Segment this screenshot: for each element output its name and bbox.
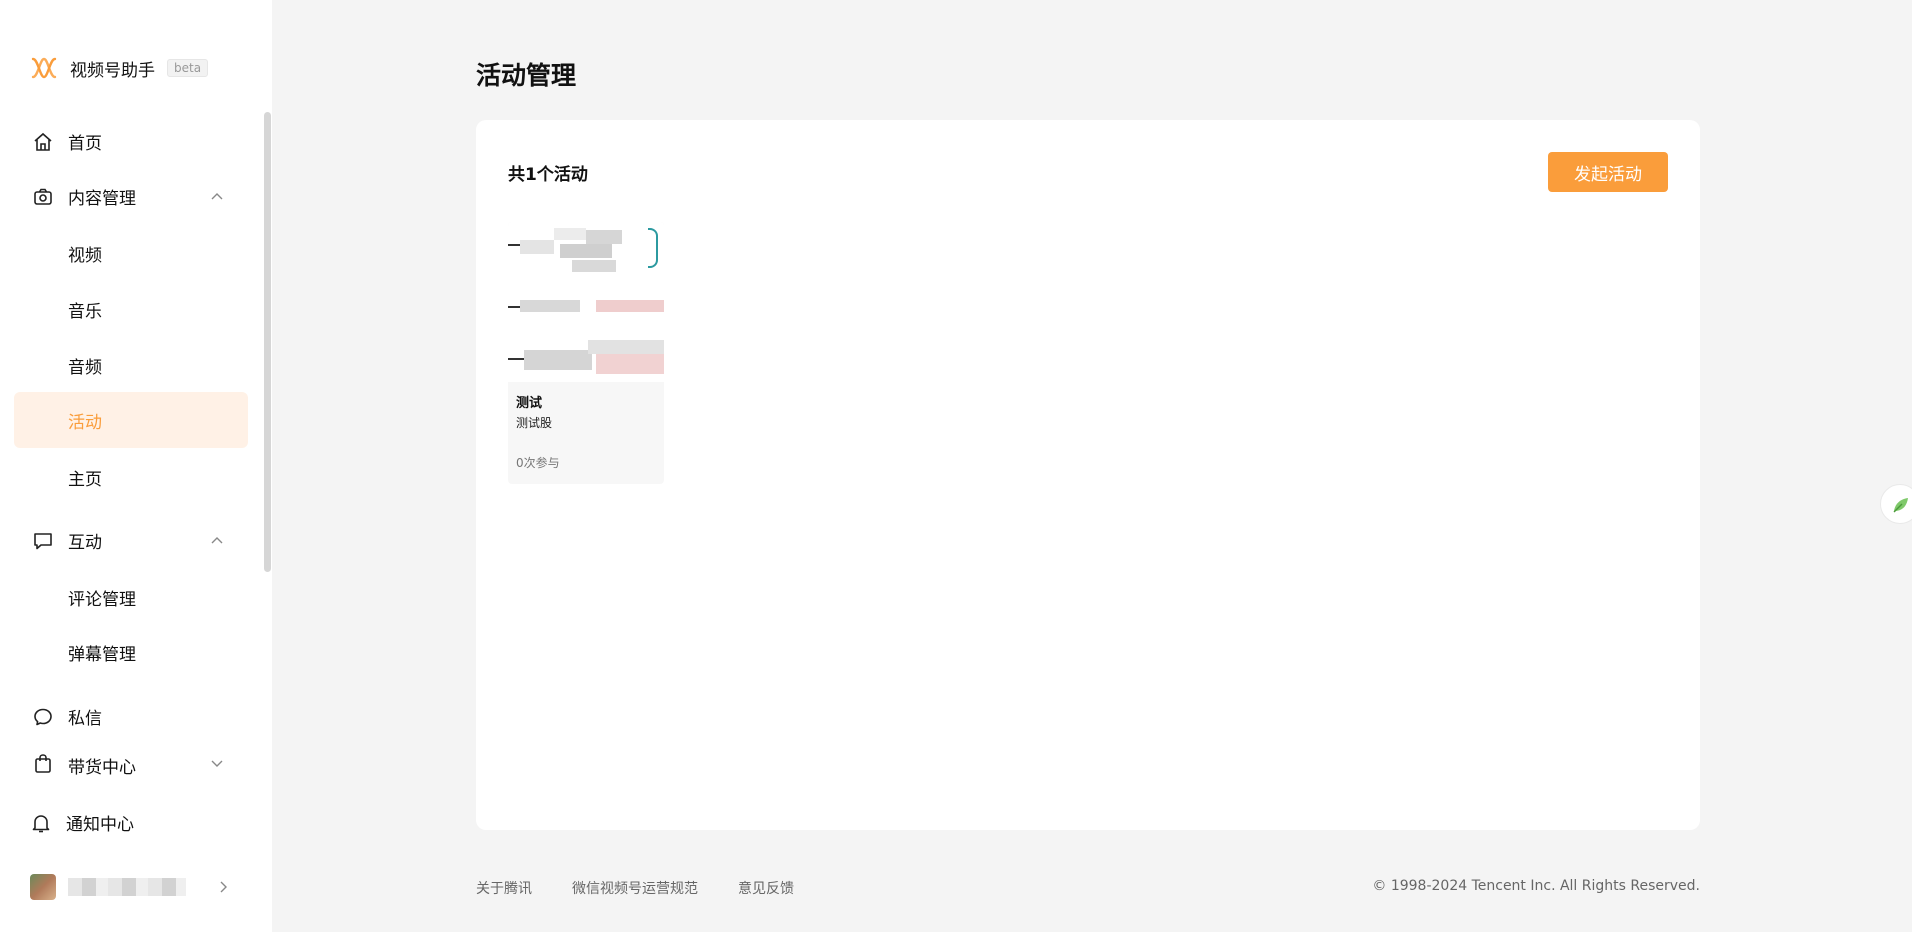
- sidebar-item-home[interactable]: 首页: [14, 113, 248, 169]
- sidebar-item-video[interactable]: 视频: [14, 225, 248, 281]
- sidebar-item-danmaku[interactable]: 弹幕管理: [14, 624, 248, 680]
- message-icon: [34, 708, 52, 726]
- activity-description: 测试股: [516, 416, 553, 430]
- sidebar-item-label: 弹幕管理: [68, 644, 136, 665]
- sidebar-item-label: 视频: [68, 245, 102, 266]
- sidebar-item-activity[interactable]: 活动: [14, 392, 248, 448]
- activity-card[interactable]: 测试 测试股 0次参与: [508, 222, 664, 484]
- sidebar-item-music[interactable]: 音乐: [14, 281, 248, 337]
- sidebar-item-label: 音频: [68, 357, 102, 378]
- activity-cover-image: [508, 222, 664, 382]
- sidebar-item-label: 带货中心: [68, 758, 136, 778]
- page-footer: 关于腾讯 微信视频号运营规范 意见反馈 © 1998-2024 Tencent …: [476, 878, 1700, 898]
- sidebar-item-notifications[interactable]: 通知中心: [30, 810, 134, 835]
- chevron-up-icon: [211, 537, 223, 544]
- chevron-down-icon: [211, 760, 223, 767]
- activity-panel: 共1个活动 发起活动 测试 测试股 0次参与: [476, 120, 1700, 830]
- leaf-icon: [1893, 498, 1908, 513]
- footer-link-about[interactable]: 关于腾讯: [476, 878, 532, 898]
- sidebar-item-comments[interactable]: 评论管理: [14, 569, 248, 625]
- camera-icon: [34, 188, 52, 205]
- wave-logo-icon: [31, 57, 57, 79]
- chevron-right-icon: [220, 881, 227, 893]
- sidebar-item-homepage[interactable]: 主页: [14, 449, 248, 505]
- footer-link-rules[interactable]: 微信视频号运营规范: [572, 878, 698, 898]
- sidebar-item-interaction[interactable]: 互动: [14, 512, 248, 568]
- activity-count: 共1个活动: [508, 165, 588, 185]
- chat-icon: [34, 533, 52, 550]
- sidebar-scrollbar[interactable]: [264, 112, 271, 572]
- brand-name: 视频号助手: [70, 60, 155, 81]
- bell-icon: [32, 814, 50, 832]
- sidebar: 视频号助手 beta 首页 内容管理 视频 音乐 音频 活动 主页 互动 评论管…: [0, 0, 272, 932]
- page-title: 活动管理: [476, 61, 577, 90]
- brand[interactable]: 视频号助手 beta: [30, 54, 209, 82]
- sidebar-item-label: 私信: [68, 708, 102, 729]
- sidebar-item-label: 活动: [68, 412, 102, 433]
- beta-badge: beta: [167, 59, 209, 77]
- avatar: [30, 874, 56, 900]
- sidebar-item-audio[interactable]: 音频: [14, 337, 248, 393]
- sidebar-item-label: 内容管理: [68, 188, 136, 209]
- sidebar-item-label: 主页: [68, 469, 102, 490]
- copyright: © 1998-2024 Tencent Inc. All Rights Rese…: [1372, 878, 1700, 894]
- bag-icon: [35, 754, 51, 773]
- sidebar-item-messages[interactable]: 私信: [14, 688, 248, 744]
- sidebar-item-label: 评论管理: [68, 589, 136, 610]
- sidebar-item-label: 互动: [68, 532, 102, 553]
- home-icon: [34, 132, 52, 151]
- sidebar-item-label: 音乐: [68, 301, 102, 322]
- launch-activity-button[interactable]: 发起活动: [1548, 152, 1668, 192]
- user-account[interactable]: [30, 874, 227, 900]
- sidebar-item-label: 首页: [68, 133, 102, 154]
- sidebar-item-commerce[interactable]: 带货中心: [14, 744, 248, 780]
- activity-participants: 0次参与: [516, 456, 560, 470]
- footer-link-feedback[interactable]: 意见反馈: [738, 878, 794, 898]
- username-redacted: [68, 878, 186, 896]
- sidebar-item-label: 通知中心: [66, 815, 134, 835]
- sidebar-footer: [0, 780, 272, 932]
- activity-title: 测试: [516, 396, 543, 411]
- sidebar-item-content[interactable]: 内容管理: [14, 168, 248, 224]
- chevron-up-icon: [211, 193, 223, 200]
- floating-helper-button[interactable]: [1880, 484, 1912, 524]
